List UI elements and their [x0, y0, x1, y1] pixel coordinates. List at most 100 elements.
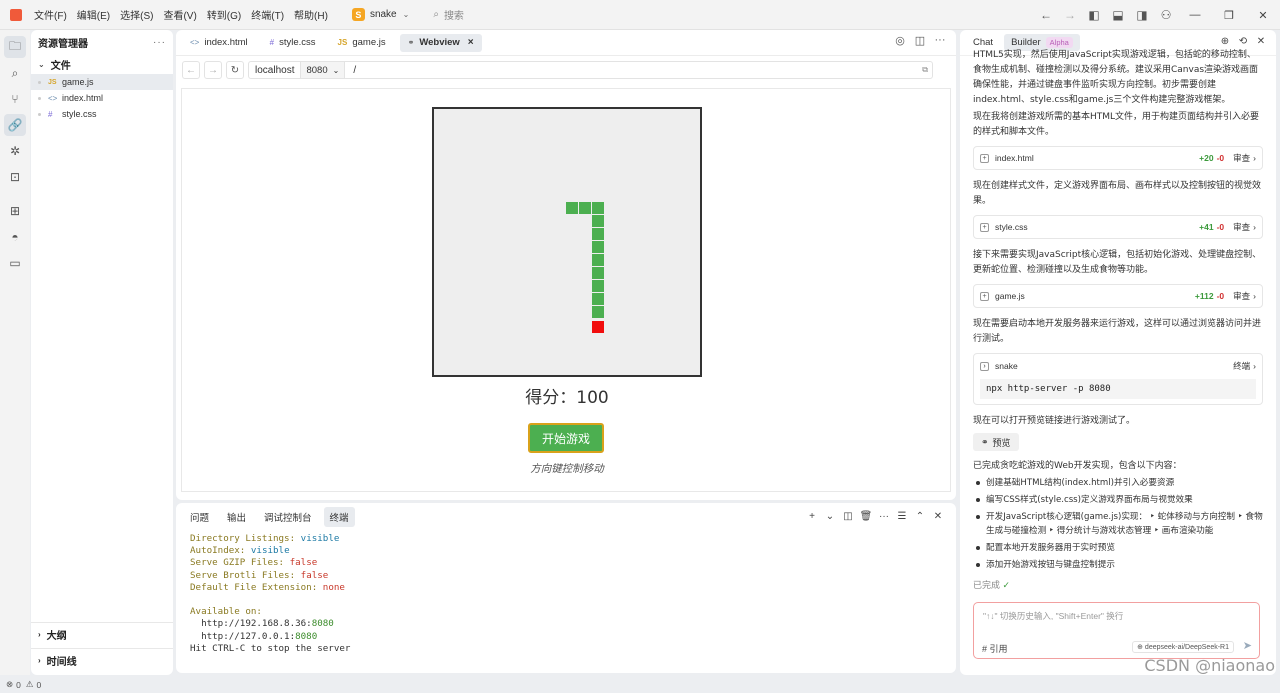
- new-chat-icon[interactable]: ⊕: [1216, 36, 1234, 47]
- review-button[interactable]: 审查: [1233, 290, 1250, 302]
- search-activity-icon[interactable]: ⌕: [4, 62, 26, 84]
- preview-button[interactable]: ⚭ 预览: [973, 433, 1019, 451]
- chevron-down-icon[interactable]: ⌄: [822, 511, 838, 522]
- project-switcher[interactable]: S snake ⌄: [351, 8, 409, 21]
- menu-help[interactable]: 帮助(H): [294, 7, 328, 22]
- tab-webview[interactable]: ⚭ Webview ×: [399, 33, 482, 52]
- toggle-secondary-sidebar-icon[interactable]: ◨: [1132, 8, 1152, 22]
- chevron-right-icon: ›: [1253, 222, 1256, 232]
- forward-icon[interactable]: →: [204, 61, 222, 79]
- file-change-card[interactable]: + style.css +41 -0 审查 ›: [973, 215, 1263, 239]
- menu-edit[interactable]: 编辑(E): [77, 7, 110, 22]
- alpha-badge: Alpha: [1045, 37, 1073, 48]
- preview-icon[interactable]: ⊡: [4, 166, 26, 188]
- chat-paragraph: 现在我将创建游戏所需的基本HTML文件，用于构建页面结构并引入必要的样式和脚本文…: [973, 112, 1260, 137]
- model-selector[interactable]: ⊕ deepseek-ai/DeepSeek-R1: [1132, 641, 1234, 653]
- tab-debug-console[interactable]: 调试控制台: [258, 507, 318, 527]
- terminal-output[interactable]: Directory Listings: visible AutoIndex: v…: [176, 531, 956, 657]
- more-icon[interactable]: ···: [876, 511, 892, 522]
- debug-icon[interactable]: ✲: [4, 140, 26, 162]
- chevron-right-icon: ›: [1253, 153, 1256, 163]
- explorer-title: 资源管理器: [38, 38, 88, 50]
- more-icon[interactable]: ···: [153, 37, 166, 48]
- chat-input[interactable]: "↑↓" 切换历史输入, "Shift+Enter" 换行 # 引用 ⊕ dee…: [973, 602, 1260, 659]
- tab-terminal[interactable]: 终端: [323, 507, 355, 527]
- file-item-game-js[interactable]: JS game.js: [31, 74, 173, 90]
- extensions-icon[interactable]: ⊞: [4, 200, 26, 222]
- explorer-header: 资源管理器 ···: [31, 30, 173, 54]
- food-block: [592, 321, 604, 333]
- url-field[interactable]: localhost 8080 ⌄ / ⧉: [248, 61, 933, 79]
- start-game-button[interactable]: 开始游戏: [528, 423, 604, 453]
- chat-paragraph: 现在需要启动本地开发服务器来运行游戏，这样可以通过浏览器访问并进行测试。: [973, 319, 1262, 344]
- timeline-section[interactable]: › 时间线: [31, 648, 173, 672]
- snake-segment: [592, 306, 604, 318]
- account-icon[interactable]: ⚇: [1156, 8, 1176, 22]
- more-actions-icon[interactable]: ···: [930, 34, 950, 47]
- remote-link-icon[interactable]: 🔗: [4, 114, 26, 136]
- new-terminal-icon[interactable]: +: [804, 511, 820, 522]
- file-plus-icon: +: [980, 153, 989, 163]
- menu-go[interactable]: 转到(G): [207, 7, 241, 22]
- search-box[interactable]: ⌕ 搜索: [433, 7, 464, 22]
- close-tab-icon[interactable]: ×: [468, 37, 474, 48]
- forward-arrow-icon[interactable]: →: [1060, 8, 1080, 22]
- compass-icon[interactable]: ◎: [890, 34, 910, 47]
- panel-layout-icon[interactable]: ☰: [894, 511, 910, 522]
- collapse-icon[interactable]: ⌃: [912, 511, 928, 522]
- file-item-style-css[interactable]: # style.css: [31, 106, 173, 122]
- outline-section[interactable]: › 大纲: [31, 622, 173, 646]
- port-select[interactable]: 8080 ⌄: [300, 62, 346, 78]
- reference-button[interactable]: # 引用: [982, 642, 1008, 655]
- close-panel-icon[interactable]: ✕: [930, 511, 946, 522]
- error-icon[interactable]: ⊗: [6, 679, 13, 690]
- file-item-index-html[interactable]: <> index.html: [31, 90, 173, 106]
- file-change-card[interactable]: + game.js +112 -0 审查 ›: [973, 284, 1263, 308]
- menu-selection[interactable]: 选择(S): [120, 7, 153, 22]
- split-editor-icon[interactable]: ◫: [910, 34, 930, 47]
- snake-segment: [579, 202, 591, 214]
- close-window-icon[interactable]: ✕: [1246, 9, 1280, 22]
- back-icon[interactable]: ←: [182, 61, 200, 79]
- review-button[interactable]: 审查: [1233, 221, 1250, 233]
- tab-problems[interactable]: 问题: [184, 507, 215, 527]
- outline-label: 大纲: [46, 631, 67, 642]
- files-section[interactable]: ⌄ 文件: [31, 54, 173, 74]
- warning-icon[interactable]: ⚠: [26, 679, 34, 690]
- tab-style-css[interactable]: # style.css: [262, 34, 324, 52]
- file-name: index.html: [62, 93, 104, 103]
- open-external-icon[interactable]: ⧉: [922, 65, 932, 75]
- source-control-icon[interactable]: ⑂: [4, 88, 26, 110]
- tab-output[interactable]: 输出: [221, 507, 252, 527]
- chevron-down-icon: ⌄: [38, 59, 45, 69]
- file-name: game.js: [62, 77, 94, 87]
- snake-segment: [592, 267, 604, 279]
- reload-icon[interactable]: ↻: [226, 61, 244, 79]
- split-terminal-icon[interactable]: ◫: [840, 511, 856, 522]
- send-icon[interactable]: ➤: [1243, 639, 1252, 652]
- chevron-right-icon: ›: [38, 630, 41, 639]
- title-bar: 文件(F) 编辑(E) 选择(S) 查看(V) 转到(G) 终端(T) 帮助(H…: [0, 0, 1280, 30]
- tab-game-js[interactable]: JS game.js: [330, 34, 394, 52]
- minimize-icon[interactable]: —: [1178, 9, 1212, 21]
- back-arrow-icon[interactable]: ←: [1036, 8, 1056, 22]
- trash-icon[interactable]: 🗑: [858, 511, 874, 522]
- history-icon[interactable]: ⟲: [1234, 36, 1252, 47]
- menu-file[interactable]: 文件(F): [34, 7, 67, 22]
- tab-index-html[interactable]: <> index.html: [182, 34, 256, 52]
- menu-view[interactable]: 查看(V): [163, 7, 196, 22]
- close-chat-icon[interactable]: ✕: [1252, 36, 1270, 47]
- remote-explorer-icon[interactable]: ▭: [4, 252, 26, 274]
- game-canvas[interactable]: [432, 107, 702, 377]
- snake-segment: [592, 254, 604, 266]
- restore-icon[interactable]: ❐: [1212, 9, 1246, 22]
- file-change-card[interactable]: + index.html +20 -0 审查 ›: [973, 146, 1263, 170]
- explorer-icon[interactable]: 🗀: [4, 36, 26, 58]
- toggle-panel-icon[interactable]: ⬓: [1108, 8, 1128, 22]
- terminal-button[interactable]: 终端: [1233, 360, 1250, 372]
- toggle-sidebar-icon[interactable]: ◧: [1084, 8, 1104, 22]
- docker-icon[interactable]: ◓: [4, 226, 26, 248]
- terminal-command-card[interactable]: › snake 终端 › npx http-server -p 8080: [973, 353, 1263, 405]
- menu-terminal[interactable]: 终端(T): [251, 7, 284, 22]
- review-button[interactable]: 审查: [1233, 152, 1250, 164]
